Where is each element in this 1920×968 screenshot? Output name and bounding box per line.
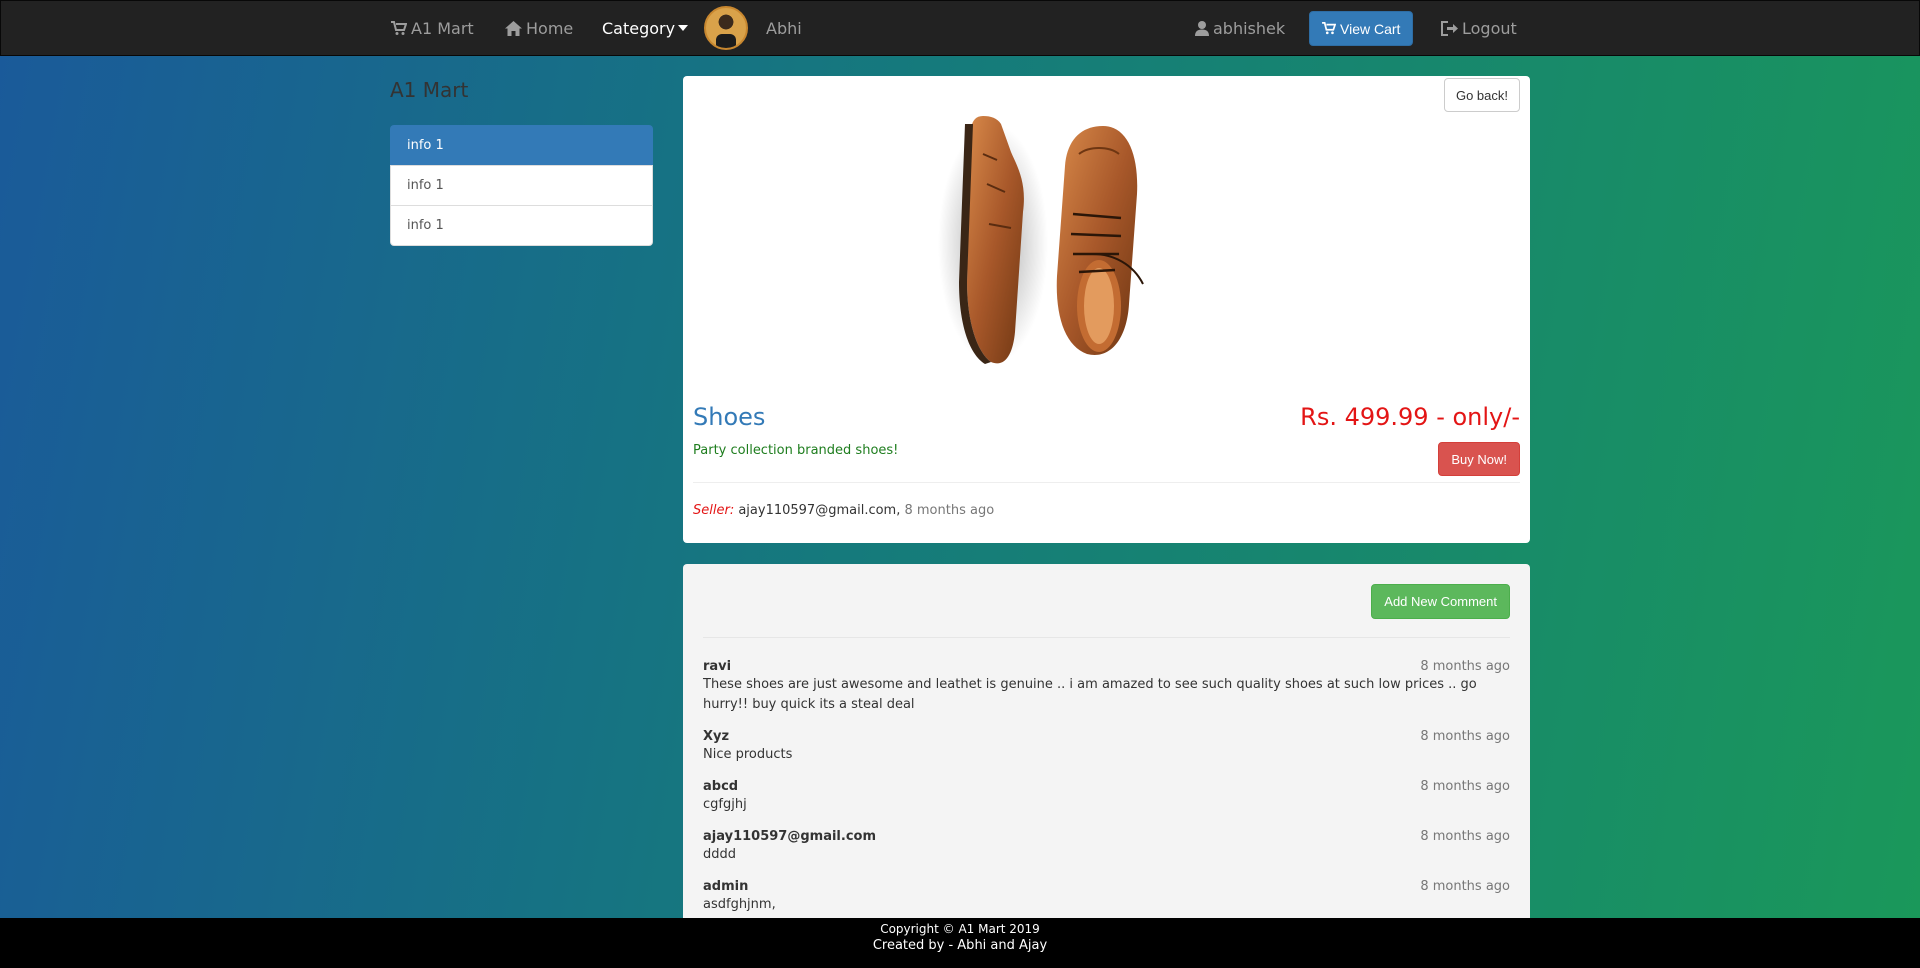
top-navbar: A1 Mart Home Category Abhi abhishek View… [0,0,1920,56]
nav-category-label: Category [602,18,676,38]
comment-text: dddd [703,847,737,862]
comment-item: Xyz 8 months ago Nice products [703,729,1510,765]
footer-copyright: Copyright © A1 Mart 2019 [880,922,1040,936]
sidebar-item[interactable]: info 1 [390,165,653,206]
footer: Copyright © A1 Mart 2019 Created by - Ab… [0,918,1920,968]
view-cart-button[interactable]: View Cart [1309,11,1414,46]
sidebar-list: info 1 info 1 info 1 [390,125,653,246]
caret-down-icon [678,25,689,31]
nav-profile-name[interactable]: Abhi [766,1,802,55]
product-description: Party collection branded shoes! [693,443,899,458]
seller-label: Seller: [693,503,735,518]
nav-user-label: abhishek [1213,18,1286,38]
product-title: Shoes [693,403,766,431]
comment-time: 8 months ago [1420,879,1510,894]
divider [693,482,1520,483]
comment-item: abcd 8 months ago cgfgjhj [703,779,1510,815]
comment-time: 8 months ago [1420,729,1510,744]
nav-home[interactable]: Home [505,1,573,55]
cart-icon [391,20,407,35]
home-icon [505,20,522,36]
footer-credits: Created by - Abhi and Ajay [872,938,1048,953]
nav-category-dropdown[interactable]: Category [602,1,692,55]
navbar-container: A1 Mart Home Category Abhi abhishek View… [391,1,1531,57]
user-icon [1195,20,1209,36]
comment-time: 8 months ago [1420,829,1510,844]
add-comment-button[interactable]: Add New Comment [1371,584,1510,619]
comment-text: Nice products [703,747,793,762]
avatar[interactable] [704,6,748,50]
comment-item: ajay110597@gmail.com 8 months ago dddd [703,829,1510,865]
comment-text: asdfghjnm, [703,897,776,912]
comment-item: admin 8 months ago asdfghjnm, [703,879,1510,915]
nav-home-label: Home [526,18,574,38]
comment-item: ravi 8 months ago These shoes are just a… [703,659,1510,715]
sidebar-title: A1 Mart [390,78,469,102]
comment-author: admin [703,879,749,894]
go-back-button[interactable]: Go back! [1443,78,1520,112]
buy-now-button[interactable]: Buy Now! [1438,442,1520,476]
product-card: Go back! Shoes Rs. 499.99 - only/- Party… [683,76,1530,543]
comment-author: ravi [703,659,732,674]
seller-time: 8 months ago [904,503,995,518]
seller-info: Seller: ajay110597@gmail.com, 8 months a… [693,503,994,518]
product-price: Rs. 499.99 - only/- [1300,403,1520,431]
comments-panel: Add New Comment ravi 8 months ago These … [683,564,1530,924]
sidebar-item[interactable]: info 1 [390,125,653,166]
divider [703,637,1510,638]
brand-link[interactable]: A1 Mart [391,1,474,55]
comment-author: ajay110597@gmail.com [703,829,877,844]
sidebar-item[interactable]: info 1 [390,205,653,246]
comment-time: 8 months ago [1420,779,1510,794]
brand-label: A1 Mart [411,18,474,38]
product-image [938,116,1144,364]
view-cart-label: View Cart [1340,20,1401,37]
comment-time: 8 months ago [1420,659,1510,674]
comment-text: cgfgjhj [703,797,747,812]
comment-text: These shoes are just awesome and leathet… [703,677,1477,712]
seller-email: ajay110597@gmail.com, [738,503,901,518]
logout-icon [1441,20,1458,36]
comment-author: abcd [703,779,739,794]
nav-logout-label: Logout [1462,18,1517,38]
nav-logout[interactable]: Logout [1441,1,1517,55]
comment-author: Xyz [703,729,730,744]
cart-icon [1322,22,1336,35]
nav-user[interactable]: abhishek [1195,1,1285,55]
